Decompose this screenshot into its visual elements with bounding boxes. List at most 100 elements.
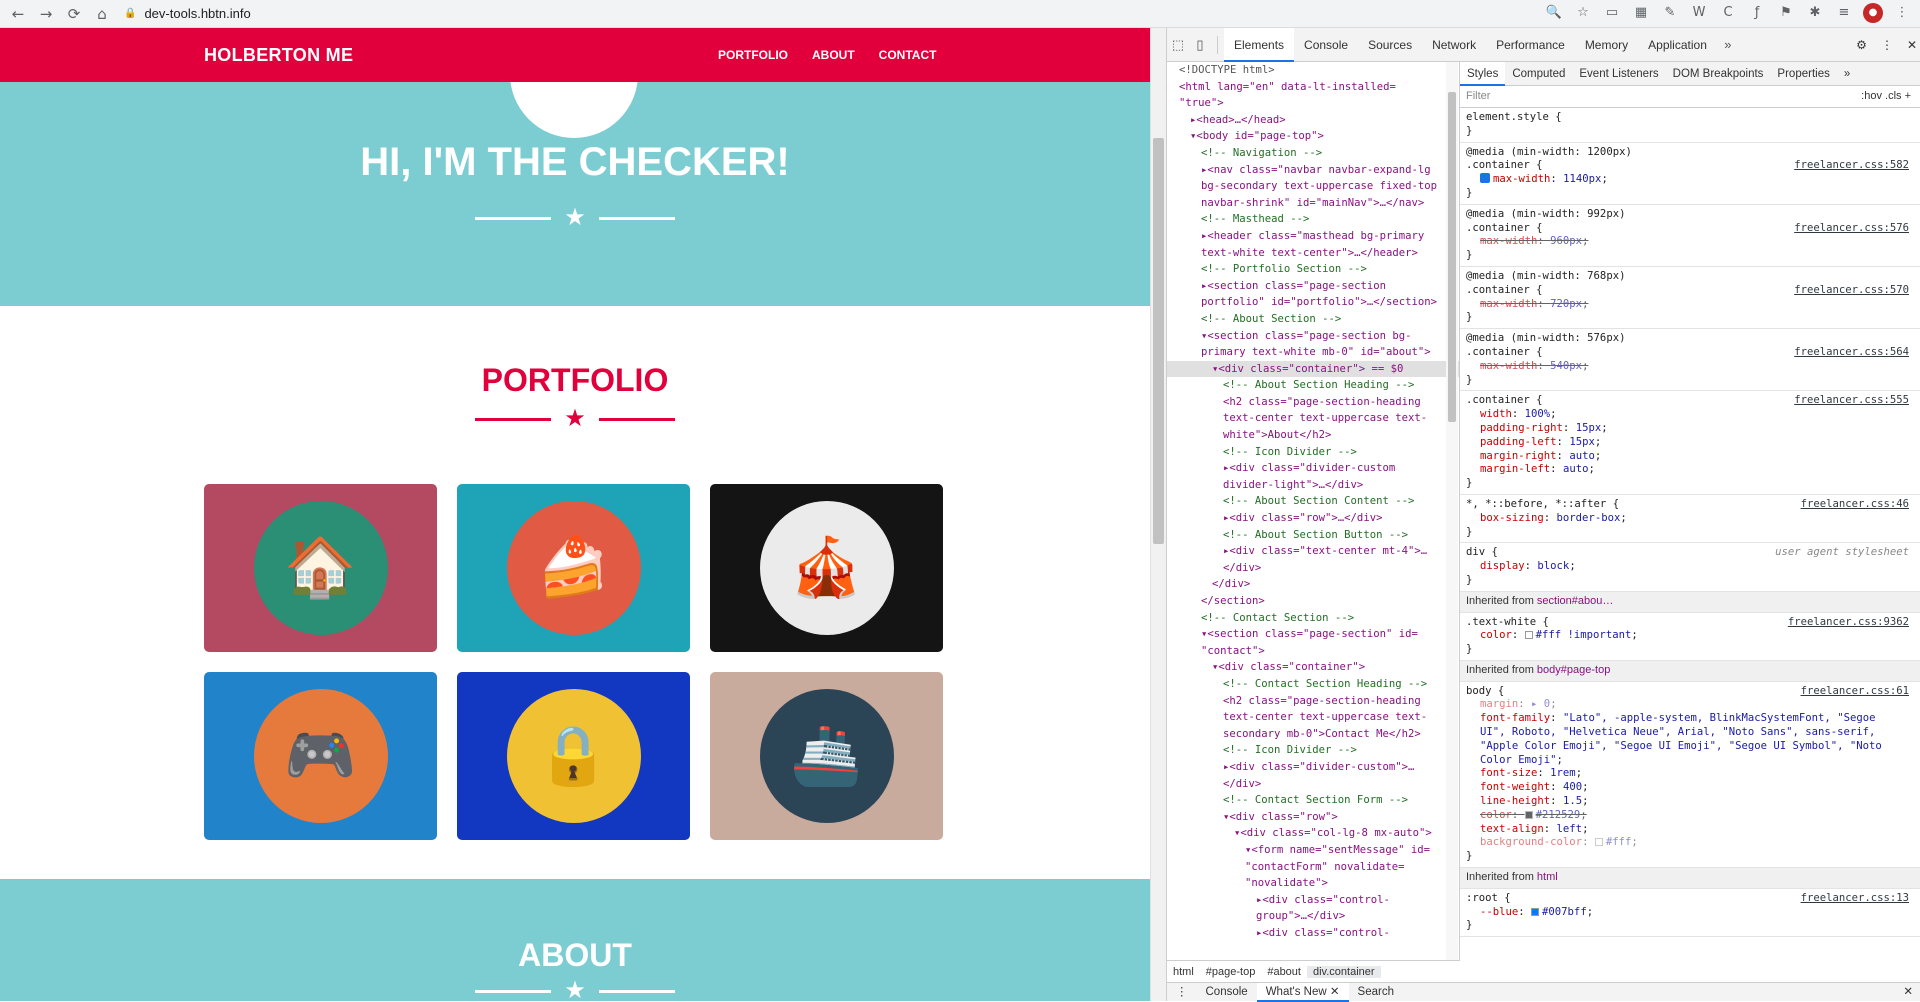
portfolio-item-submarine[interactable]: 🚢 [710,672,943,840]
drawer-tab-search[interactable]: Search [1349,983,1403,1002]
page-scrollbar-thumb[interactable] [1153,138,1164,544]
dom-node[interactable]: <!-- Contact Section Form --> [1167,792,1459,809]
bookmark-star-icon[interactable]: ☆ [1573,3,1593,23]
address-bar[interactable]: 🔒 dev-tools.hbtn.info [124,6,251,21]
tab-dom-breakpoints[interactable]: DOM Breakpoints [1666,62,1771,86]
dom-node[interactable]: <html lang="en" data-lt-installed= [1167,79,1459,96]
rule-source[interactable]: freelancer.css:570 [1794,284,1909,298]
dom-node[interactable]: ▸<div class="divider-custom [1167,460,1459,477]
dom-node[interactable]: </div> [1167,576,1459,593]
dom-node[interactable]: ▾<div class="container"> [1167,659,1459,676]
dom-node[interactable]: <!-- About Section Button --> [1167,527,1459,544]
dom-node[interactable]: white">About</h2> [1167,427,1459,444]
dom-node[interactable]: <!-- Navigation --> [1167,145,1459,162]
tab-network[interactable]: Network [1422,28,1486,62]
dom-node[interactable]: "novalidate"> [1167,875,1459,892]
dom-node[interactable]: <!-- About Section Content --> [1167,493,1459,510]
rule-source[interactable]: freelancer.css:61 [1801,685,1909,699]
tab-console[interactable]: Console [1294,28,1358,62]
page-scrollbar[interactable] [1150,28,1166,1001]
portfolio-item-cake[interactable]: 🍰 [457,484,690,652]
zoom-icon[interactable]: 🔍 [1544,3,1564,23]
dom-node[interactable]: ▸<nav class="navbar navbar-expand-lg [1167,162,1459,179]
drawer-close-icon[interactable]: ✕ [1903,983,1913,1002]
rule-source[interactable]: freelancer.css:46 [1801,498,1909,512]
device-toggle-icon[interactable]: ▯ [1189,37,1211,53]
nav-link-about[interactable]: ABOUT [812,48,855,62]
drawer-tab-whats-new[interactable]: What's New ✕ [1256,982,1349,1002]
inspect-element-icon[interactable]: ⬚ [1167,37,1189,53]
dom-node[interactable]: navbar-shrink" id="mainNav">…</nav> [1167,195,1459,212]
dom-node[interactable]: </section> [1167,593,1459,610]
dom-node[interactable]: <!-- About Section Heading --> [1167,377,1459,394]
rule-source[interactable]: freelancer.css:13 [1801,892,1909,906]
dom-node[interactable]: "true"> [1167,95,1459,112]
rule-source[interactable]: freelancer.css:576 [1794,222,1909,236]
dom-node[interactable]: <!-- Icon Divider --> [1167,444,1459,461]
breadcrumb-section[interactable]: #about [1261,966,1307,978]
cast-icon[interactable]: ▭ [1602,3,1622,23]
dom-node[interactable]: "contact"> [1167,643,1459,660]
dom-node[interactable]: </div> [1167,560,1459,577]
tab-performance[interactable]: Performance [1486,28,1575,62]
dom-node[interactable]: <!-- Masthead --> [1167,211,1459,228]
nav-link-portfolio[interactable]: PORTFOLIO [718,48,788,62]
dom-node[interactable]: ▾<section class="page-section" id= [1167,626,1459,643]
rule-source[interactable]: freelancer.css:564 [1794,346,1909,360]
dom-node[interactable]: text-center text-uppercase text- [1167,410,1459,427]
elements-scrollbar-thumb[interactable] [1448,92,1456,422]
dom-node[interactable]: ▸<div class="control- [1167,925,1459,942]
tab-event-listeners[interactable]: Event Listeners [1572,62,1665,86]
breadcrumb-html[interactable]: html [1167,966,1200,978]
dom-node[interactable]: ▸<section class="page-section [1167,278,1459,295]
tab-sources[interactable]: Sources [1358,28,1422,62]
dom-node[interactable]: ▸<header class="masthead bg-primary [1167,228,1459,245]
rule-source[interactable]: freelancer.css:582 [1794,159,1909,173]
portfolio-item-safe[interactable]: 🔒 [457,672,690,840]
breadcrumb-div[interactable]: div.container [1306,965,1381,978]
extension-icon[interactable]: ƒ [1747,3,1767,23]
site-brand[interactable]: HOLBERTON ME [204,45,353,66]
home-icon[interactable]: ⌂ [92,4,112,24]
drawer-menu-icon[interactable]: ⋮ [1167,983,1197,1002]
tab-properties[interactable]: Properties [1770,62,1836,86]
rule-source[interactable]: freelancer.css:555 [1794,394,1909,408]
dom-node[interactable]: primary text-white mb-0" id="about"> [1167,344,1459,361]
dom-node[interactable]: ▾<body id="page-top"> [1167,128,1459,145]
menu-icon[interactable]: ⋮ [1892,3,1912,23]
tab-elements[interactable]: Elements [1224,27,1295,62]
playlist-icon[interactable]: ≡ [1834,3,1854,23]
dom-node[interactable]: <!-- Portfolio Section --> [1167,261,1459,278]
extension-icon[interactable]: ✎ [1660,3,1680,23]
dom-node[interactable]: <!DOCTYPE html> [1167,62,1459,79]
dom-node[interactable]: text-center text-uppercase text- [1167,709,1459,726]
dom-node[interactable]: <h2 class="page-section-heading [1167,693,1459,710]
profile-avatar-icon[interactable]: ● [1863,3,1883,23]
elements-scrollbar[interactable] [1446,62,1458,960]
dom-node[interactable]: ▸<div class="text-center mt-4">… [1167,543,1459,560]
styles-filter[interactable]: Filter :hov .cls + [1460,86,1920,108]
dom-node[interactable]: text-white text-center">…</header> [1167,245,1459,262]
portfolio-item-circus[interactable]: 🎪 [710,484,943,652]
extension-icon[interactable]: ▦ [1631,3,1651,23]
puzzle-icon[interactable]: ✱ [1805,3,1825,23]
extension-icon[interactable]: C [1718,3,1738,23]
extension-icon[interactable]: ⚑ [1776,3,1796,23]
forward-arrow-icon[interactable]: → [36,4,56,24]
extension-icon[interactable]: W [1689,3,1709,23]
dom-node[interactable]: <!-- Contact Section --> [1167,610,1459,627]
dom-node[interactable]: portfolio" id="portfolio">…</section> [1167,294,1459,311]
dom-node[interactable]: ▾<div class="row"> [1167,809,1459,826]
close-icon[interactable]: ✕ [1907,38,1917,52]
breadcrumb-body[interactable]: #page-top [1200,966,1262,978]
dom-node[interactable]: </div> [1167,776,1459,793]
dom-node[interactable]: ▸<div class="control- [1167,892,1459,909]
portfolio-item-game[interactable]: 🎮 [204,672,437,840]
portfolio-item-cabin[interactable]: 🏠 [204,484,437,652]
dom-node[interactable]: ▾<form name="sentMessage" id= [1167,842,1459,859]
dom-node[interactable]: <!-- Contact Section Heading --> [1167,676,1459,693]
nav-link-contact[interactable]: CONTACT [879,48,937,62]
drawer-tab-console[interactable]: Console [1197,983,1257,1002]
back-arrow-icon[interactable]: ← [8,4,28,24]
reload-icon[interactable]: ⟳ [64,4,84,24]
